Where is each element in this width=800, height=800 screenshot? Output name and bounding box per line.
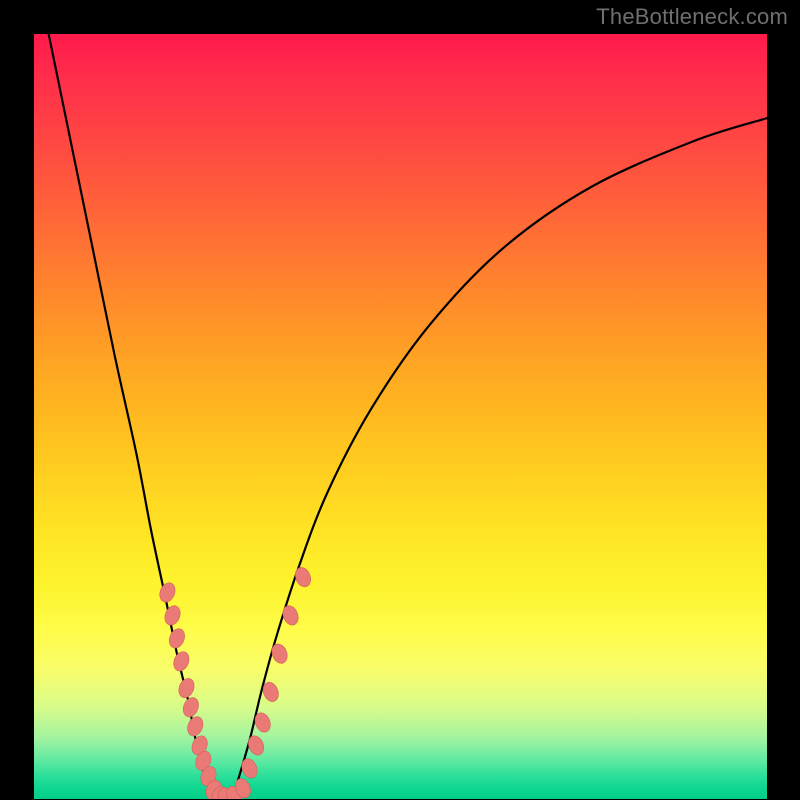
- watermark-text: TheBottleneck.com: [596, 4, 788, 30]
- data-dot: [185, 714, 206, 738]
- data-dot: [180, 695, 201, 719]
- data-dot: [162, 603, 183, 627]
- data-dot: [269, 642, 290, 666]
- data-dot: [176, 676, 197, 700]
- dot-cluster-group: [157, 565, 313, 799]
- data-dot: [171, 649, 192, 673]
- chart-svg: [34, 34, 767, 799]
- data-dot: [239, 756, 260, 780]
- right-curve: [232, 118, 767, 799]
- data-dot: [157, 580, 178, 604]
- data-dot: [293, 565, 314, 589]
- data-dot: [167, 626, 188, 650]
- chart-frame: [34, 34, 767, 799]
- data-dot: [280, 603, 301, 627]
- data-dot: [246, 733, 267, 757]
